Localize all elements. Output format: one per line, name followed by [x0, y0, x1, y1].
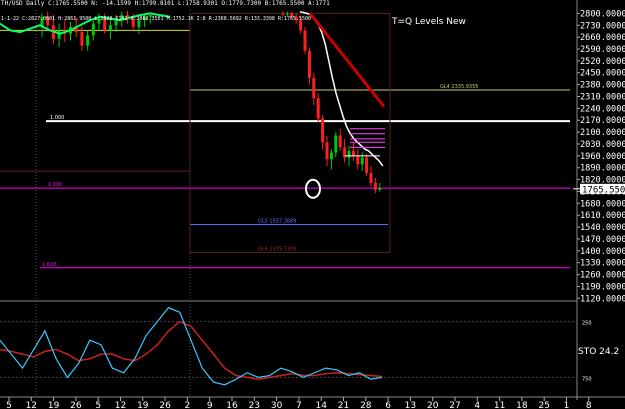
- y-tick-label: 2660.0000: [580, 33, 625, 43]
- candle-body: [334, 135, 338, 153]
- y-tick-label: 1610.0000: [580, 211, 625, 221]
- price-badge-label: 1765.5500: [582, 185, 625, 195]
- candle-body: [347, 150, 351, 158]
- x-tick-label: 26: [159, 401, 171, 409]
- y-tick-label: 1120.0000: [580, 294, 625, 304]
- x-tick-label: 20: [427, 401, 439, 409]
- candle-body: [307, 50, 311, 78]
- x-tick-label: 19: [48, 401, 60, 409]
- y-tick-label: 1470.0000: [580, 235, 625, 245]
- y-tick-label: 2030.0000: [580, 140, 625, 150]
- candle-body: [360, 157, 364, 165]
- candle-body: [108, 25, 112, 31]
- x-tick-label: 1: [564, 401, 570, 409]
- x-tick-label: 19: [137, 401, 149, 409]
- y-tick-label: 2170.0000: [580, 116, 625, 126]
- y-tick-label: 2590.0000: [580, 45, 625, 55]
- highlight-circle: [305, 178, 321, 199]
- y-tick-label: 1400.0000: [580, 247, 625, 257]
- y-tick-label: 1260.0000: [580, 271, 625, 281]
- candle-body: [316, 98, 320, 119]
- sto-tick-label: 750: [582, 376, 592, 382]
- y-tick-label: 1960.0000: [580, 152, 625, 162]
- y-tick-label: 2310.0000: [580, 92, 625, 102]
- x-tick-label: 27: [449, 401, 460, 409]
- candle-body: [86, 35, 90, 46]
- x-tick-label: 28: [360, 401, 372, 409]
- candle-body: [373, 182, 377, 190]
- level-label: 1.000: [50, 115, 64, 121]
- candle-body: [351, 150, 355, 156]
- candle-body: [321, 118, 325, 143]
- x-tick-label: 30: [271, 401, 283, 409]
- x-tick-label: 26: [70, 401, 82, 409]
- level-label: 1.618: [42, 262, 56, 268]
- x-tick-label: 25: [538, 401, 549, 409]
- y-tick-label: 2450.0000: [580, 69, 625, 79]
- x-tick-label: 5: [95, 401, 101, 409]
- x-tick-label: 9: [207, 401, 213, 409]
- x-tick-label: 21: [338, 401, 349, 409]
- sto-slow-line: [0, 320, 383, 381]
- y-tick-label: 1540.0000: [580, 223, 625, 233]
- x-tick-label: 18: [516, 401, 528, 409]
- candle-body: [312, 77, 316, 99]
- y-tick-label: 2240.0000: [580, 104, 625, 114]
- x-tick-label: 6: [385, 401, 391, 409]
- x-tick-label: 12: [26, 401, 37, 409]
- chart-header-sub: 1-1-22 C:2827.0601 H:2861.9500 L:2828.61…: [1, 16, 312, 22]
- chart-header-info: TH/USD Daily C:1765.5500 N: -14.1599 H:1…: [1, 0, 330, 7]
- level-label: GL4 2335.9355: [440, 84, 478, 90]
- sto-label: STO 24.2: [578, 347, 620, 357]
- candle-body: [329, 152, 333, 160]
- x-tick-label: 8: [586, 401, 592, 409]
- level-label: GL5 1557.3889: [258, 219, 296, 225]
- candle-body: [365, 157, 369, 173]
- candle-body: [369, 172, 373, 183]
- y-tick-label: 2100.0000: [580, 128, 625, 138]
- x-tick-label: 11: [494, 401, 505, 409]
- sto-tick-label: 250: [582, 321, 592, 327]
- red-trendline: [308, 12, 386, 108]
- x-tick-label: 7: [296, 401, 302, 409]
- y-tick-label: 1890.0000: [580, 164, 625, 174]
- y-tick-label: 2380.0000: [580, 81, 625, 91]
- x-tick-label: 23: [249, 401, 260, 409]
- y-tick-label: 1680.0000: [580, 199, 625, 209]
- x-tick-label: 14: [315, 401, 327, 409]
- y-tick-label: 1190.0000: [580, 282, 625, 292]
- candle-body: [325, 142, 329, 160]
- zone-box: [189, 12, 391, 254]
- candle-body: [80, 32, 84, 46]
- y-tick-label: 2800.0000: [580, 9, 625, 19]
- candle-body: [356, 155, 360, 165]
- candle-body: [91, 23, 95, 36]
- y-tick-label: 2520.0000: [580, 57, 625, 67]
- x-tick-label: 2: [185, 401, 191, 409]
- candle-body: [281, 13, 285, 15]
- x-tick-label: 16: [226, 401, 238, 409]
- candle-body: [303, 30, 307, 51]
- x-tick-label: 4: [474, 401, 480, 409]
- level-label: GL6 1379.7300: [258, 247, 296, 253]
- y-tick-label: 1330.0000: [580, 259, 625, 269]
- candle-body: [378, 188, 382, 190]
- candle-body: [285, 13, 289, 15]
- y-tick-label: 2730.0000: [580, 21, 625, 31]
- chart-canvas: 2800.00002730.00002660.00002590.00002520…: [0, 0, 625, 409]
- levels-title: T=Q Levels New: [392, 17, 466, 27]
- level-label: 1.000: [48, 182, 62, 188]
- candle-body: [338, 135, 342, 148]
- x-tick-label: 12: [115, 401, 126, 409]
- x-tick-label: 5: [6, 401, 12, 409]
- x-tick-label: 13: [405, 401, 416, 409]
